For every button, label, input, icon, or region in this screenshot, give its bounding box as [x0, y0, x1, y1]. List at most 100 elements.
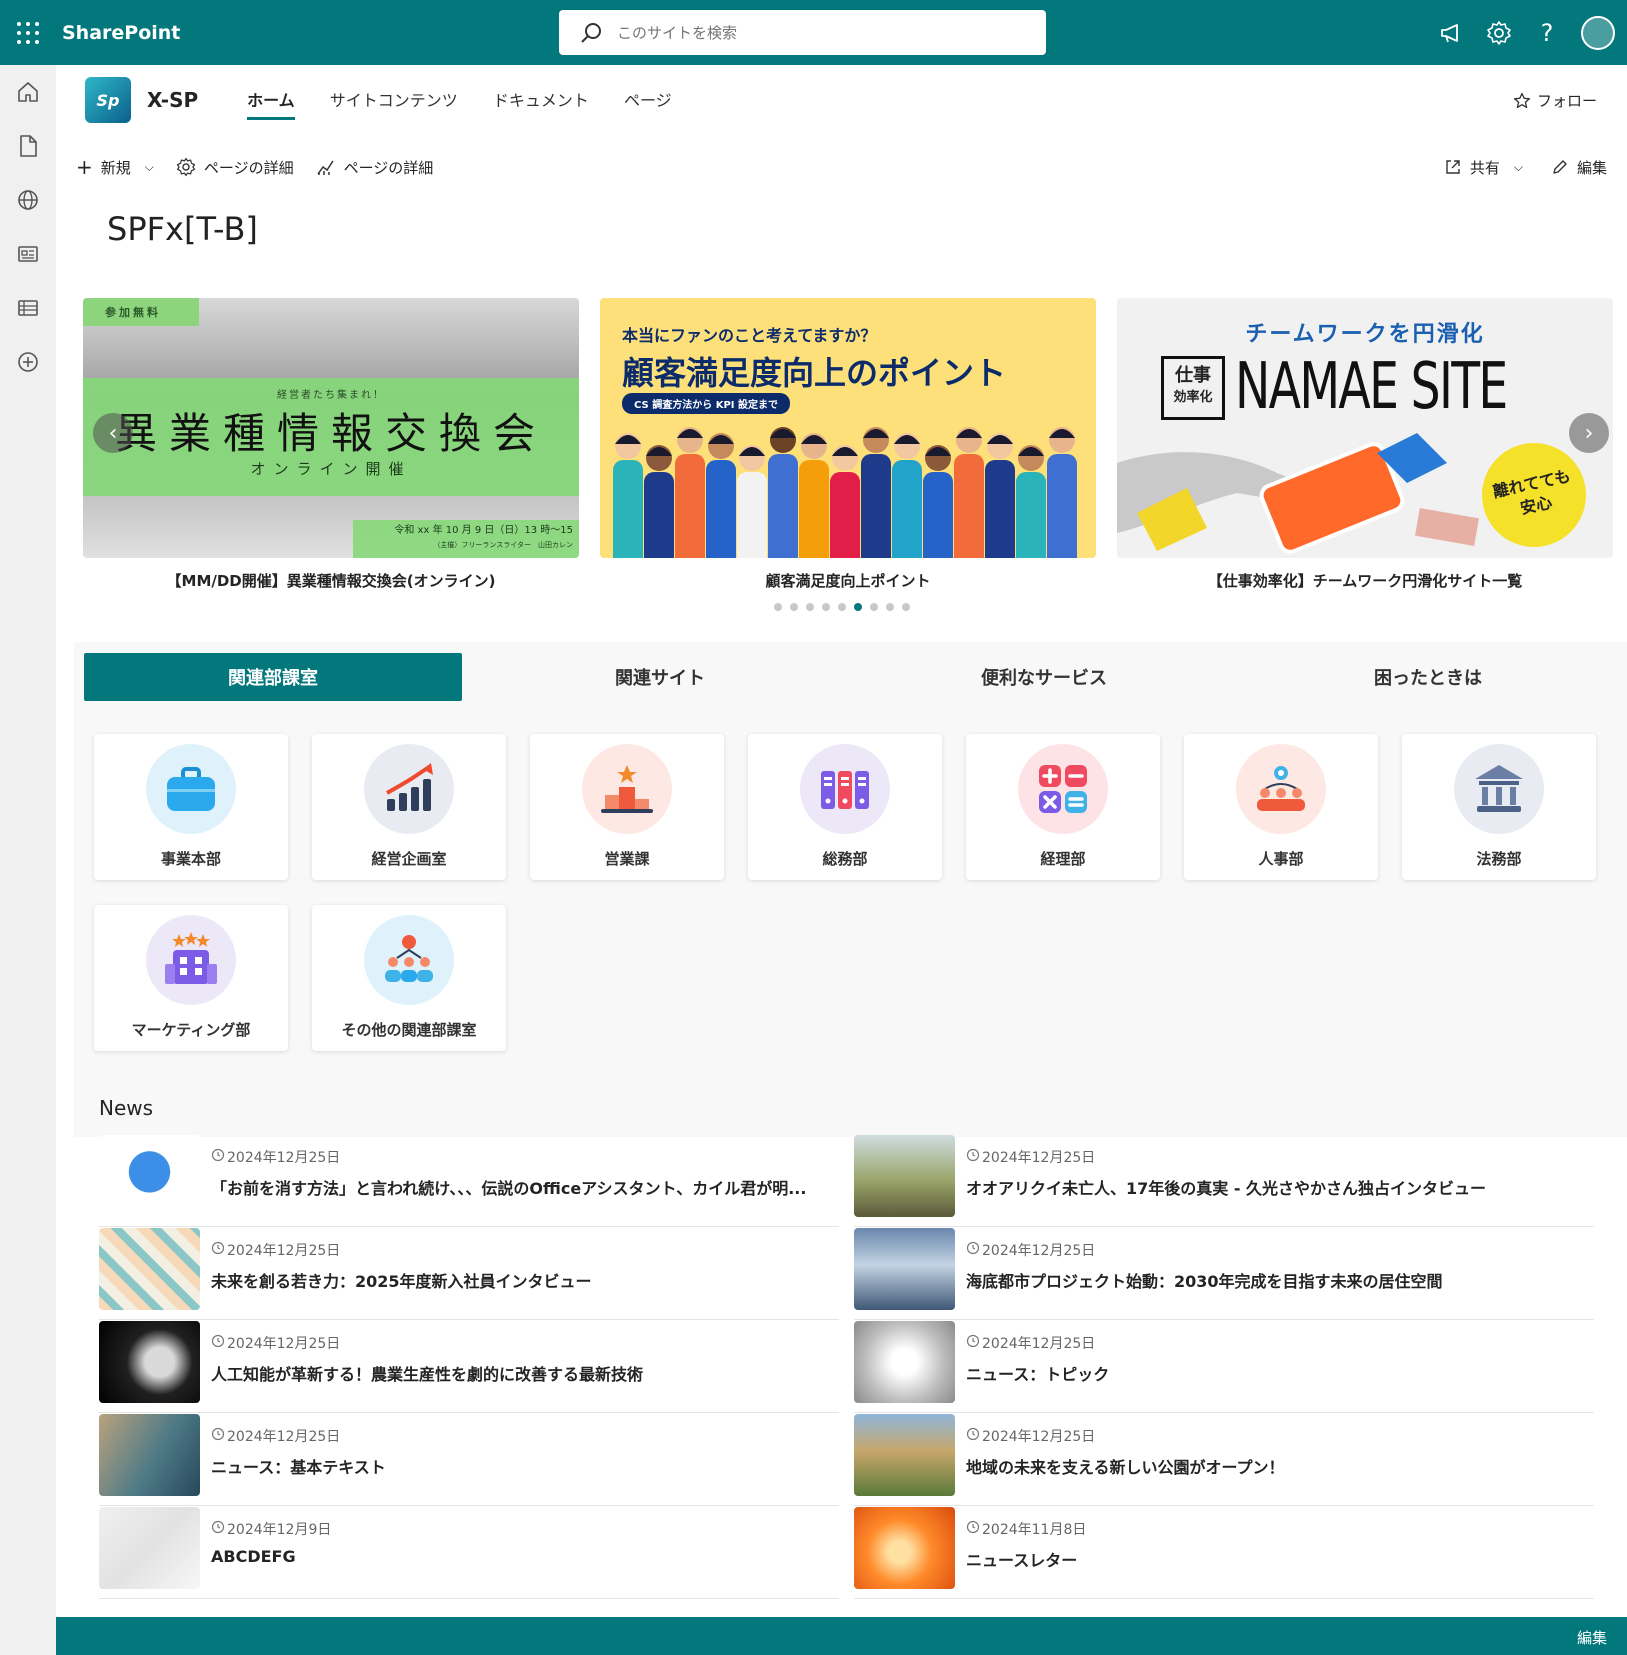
site-name[interactable]: X-SP: [147, 88, 198, 112]
carousel-dot[interactable]: [837, 603, 846, 611]
news-headline[interactable]: ニュース：トピック: [966, 1361, 1591, 1385]
megaphone-icon[interactable]: [1427, 9, 1475, 57]
carousel-dot[interactable]: [773, 603, 782, 611]
brand-name[interactable]: SharePoint: [62, 22, 180, 44]
tile-label: 経営企画室: [371, 850, 447, 868]
app-launcher-button[interactable]: [0, 0, 56, 65]
settings-gear-icon[interactable]: [1475, 9, 1523, 57]
tile-business-division[interactable]: 事業本部: [94, 734, 288, 880]
analytics-icon: [316, 160, 334, 175]
slide-box-line: 仕事: [1175, 365, 1211, 386]
slide-caption[interactable]: 顧客満足度向上ポイント: [600, 570, 1096, 591]
carousel-dot[interactable]: [869, 603, 878, 611]
tab-useful-services[interactable]: 便利なサービス: [852, 653, 1236, 701]
carousel-slide[interactable]: 参加無料 経営者たち集まれ！ 異業種情報交換会 オンライン開催 令和 xx 年 …: [83, 298, 579, 591]
tab-help[interactable]: 困ったときは: [1236, 653, 1620, 701]
share-button[interactable]: 共有 ⌵: [1444, 157, 1523, 178]
news-date: 2024年12月25日: [966, 1240, 1095, 1260]
news-thumbnail[interactable]: [854, 1414, 955, 1496]
news-item[interactable]: 2024年12月25日 地域の未来を支える新しい公園がオープン！: [854, 1414, 1594, 1506]
search-box[interactable]: [559, 10, 1046, 55]
tab-related-sites[interactable]: 関連サイト: [468, 653, 852, 701]
clock-icon: [966, 1520, 980, 1538]
news-thumbnail[interactable]: [99, 1414, 200, 1496]
tile-general-affairs[interactable]: 総務部: [748, 734, 942, 880]
news-thumbnail[interactable]: [854, 1321, 955, 1403]
carousel-next-button[interactable]: ›: [1569, 413, 1609, 453]
carousel-dot[interactable]: [805, 603, 814, 611]
new-button[interactable]: + 新規 ⌵: [76, 155, 154, 179]
news-item[interactable]: 2024年12月25日 人工知能が革新する！農業生産性を劇的に改善する最新技術: [99, 1321, 839, 1413]
user-avatar[interactable]: [1581, 15, 1615, 50]
tile-human-resources[interactable]: 人事部: [1184, 734, 1378, 880]
news-headline[interactable]: オオアリクイ未亡人、17年後の真実 - 久光さやかさん独占インタビュー: [966, 1175, 1591, 1199]
news-thumbnail[interactable]: [99, 1321, 200, 1403]
slide-caption[interactable]: 【MM/DD開催】異業種情報交換会(オンライン): [83, 570, 579, 591]
crowd-illustration: [613, 427, 1077, 558]
carousel-dot[interactable]: [901, 603, 910, 611]
tile-accounting[interactable]: 経理部: [966, 734, 1160, 880]
news-item[interactable]: 2024年11月8日 ニュースレター: [854, 1507, 1594, 1599]
news-thumbnail[interactable]: [99, 1507, 200, 1589]
carousel-dot[interactable]: [789, 603, 798, 611]
footer-edit-link[interactable]: 編集: [1577, 1627, 1607, 1648]
follow-button[interactable]: フォロー: [1513, 90, 1597, 111]
help-icon[interactable]: ?: [1523, 9, 1571, 57]
file-icon[interactable]: [0, 119, 56, 173]
nav-pages[interactable]: ページ: [624, 81, 672, 117]
globe-icon[interactable]: [0, 173, 56, 227]
tile-corporate-planning[interactable]: 経営企画室: [312, 734, 506, 880]
news-thumbnail[interactable]: [854, 1507, 955, 1589]
news-headline[interactable]: 人工知能が革新する！農業生産性を劇的に改善する最新技術: [211, 1361, 821, 1385]
news-headline[interactable]: 地域の未来を支える新しい公園がオープン！: [966, 1454, 1591, 1478]
news-item[interactable]: 2024年12月25日 未来を創る若き力：2025年度新入社員インタビュー: [99, 1228, 839, 1320]
news-date-text: 2024年12月9日: [227, 1522, 332, 1538]
news-headline[interactable]: ニュース：基本テキスト: [211, 1454, 821, 1478]
add-circle-icon[interactable]: [0, 335, 56, 389]
slide-caption[interactable]: 【仕事効率化】チームワーク円滑化サイト一覧: [1117, 570, 1613, 591]
carousel-dot[interactable]: [821, 603, 830, 611]
news-item[interactable]: 2024年12月25日 ニュース：トピック: [854, 1321, 1594, 1413]
home-icon[interactable]: [0, 65, 56, 119]
news-headline[interactable]: 未来を創る若き力：2025年度新入社員インタビュー: [211, 1268, 821, 1292]
news-item[interactable]: 2024年12月9日 ABCDEFG: [99, 1507, 839, 1599]
nav-site-contents[interactable]: サイトコンテンツ: [330, 81, 458, 117]
news-item[interactable]: 2024年12月25日海底都市プロジェクト始動：2030年完成を目指す未来の居住…: [854, 1228, 1594, 1320]
search-input[interactable]: [617, 23, 1017, 42]
news-item[interactable]: 2024年12月25日 「お前を消す方法」と言われ続け、、、伝説のOfficeアシ…: [99, 1135, 839, 1227]
news-icon[interactable]: [0, 227, 56, 281]
slide-title: チームワークを円滑化: [1245, 322, 1485, 347]
page-details-button[interactable]: ページの詳細: [176, 157, 294, 178]
carousel-prev-button[interactable]: ‹: [93, 413, 133, 453]
carousel-dot[interactable]: [885, 603, 894, 611]
news-thumbnail[interactable]: [99, 1135, 200, 1217]
news-item[interactable]: 2024年12月25日 オオアリクイ未亡人、17年後の真実 - 久光さやかさん独占…: [854, 1135, 1594, 1227]
list-icon[interactable]: [0, 281, 56, 335]
news-section-title: News: [99, 1096, 154, 1120]
clock-icon: [211, 1427, 225, 1445]
tile-marketing[interactable]: マーケティング部: [94, 905, 288, 1051]
carousel-dot[interactable]: [853, 603, 862, 611]
site-logo[interactable]: Sp: [85, 77, 131, 123]
hero-carousel: 参加無料 経営者たち集まれ！ 異業種情報交換会 オンライン開催 令和 xx 年 …: [83, 298, 1613, 590]
binders-icon: [800, 744, 890, 834]
page-analytics-button[interactable]: ページの詳細: [316, 157, 433, 178]
news-thumbnail[interactable]: [99, 1228, 200, 1310]
tile-other-departments[interactable]: その他の関連部課室: [312, 905, 506, 1051]
news-thumbnail[interactable]: [854, 1135, 955, 1217]
news-headline[interactable]: ABCDEFG: [211, 1547, 821, 1566]
nav-documents[interactable]: ドキュメント: [493, 81, 589, 117]
nav-home[interactable]: ホーム: [247, 81, 295, 120]
news-headline[interactable]: 「お前を消す方法」と言われ続け、、、伝説のOfficeアシスタント、カイル君が明…: [211, 1175, 821, 1199]
news-headline[interactable]: ニュースレター: [966, 1547, 1591, 1571]
news-thumbnail[interactable]: [854, 1228, 955, 1310]
carousel-slide[interactable]: チームワークを円滑化 仕事 効率化 NAMAE SITE 離れてても 安心 【仕事: [1117, 298, 1613, 591]
edit-button[interactable]: 編集: [1551, 157, 1607, 178]
news-headline[interactable]: 海底都市プロジェクト始動：2030年完成を目指す未来の居住空間: [966, 1268, 1591, 1292]
tile-sales[interactable]: 営業課: [530, 734, 724, 880]
tile-legal[interactable]: 法務部: [1402, 734, 1596, 880]
department-tiles: 事業本部 経営企画室 営業課 総務部 経理部 人事部 法務部 マーケティング部 …: [74, 712, 1627, 1137]
tab-related-departments[interactable]: 関連部課室: [84, 653, 462, 701]
carousel-slide[interactable]: 本当にファンのこと考えてますか？ 顧客満足度向上のポイント CS 調査方法から …: [600, 298, 1096, 591]
news-item[interactable]: 2024年12月25日 ニュース：基本テキスト: [99, 1414, 839, 1506]
